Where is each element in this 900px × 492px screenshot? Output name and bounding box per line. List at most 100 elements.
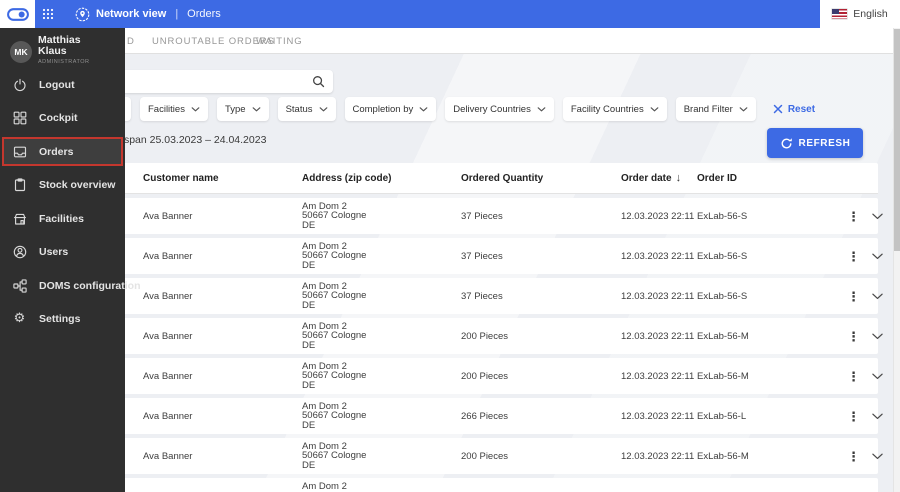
sort-desc-icon[interactable]: ↓ [676,172,682,184]
order-date-cell: 12.03.2023 22:11 [621,450,695,462]
order-date-cell: 12.03.2023 22:11 [621,370,695,382]
table-row[interactable]: Ava Banner Am Dom 2 50667 Cologne DE 37 … [15,198,883,234]
row-menu-button[interactable]: ⋮ [847,370,860,383]
filter-chip[interactable]: Delivery Countries [445,97,554,121]
tab-waiting[interactable]: WAITING [256,36,303,47]
sidebar-item-facilities[interactable]: Facilities [2,204,123,233]
row-menu-button[interactable]: ⋮ [847,250,860,263]
us-flag-icon [832,9,848,19]
orders-icon [12,145,27,159]
row-expand-button[interactable] [872,413,883,420]
sidebar-item-cockpit[interactable]: Cockpit [2,103,123,132]
row-menu-button[interactable]: ⋮ [847,210,860,223]
table-body: Ava Banner Am Dom 2 50667 Cologne DE 37 … [15,198,883,474]
avatar[interactable]: MK [10,41,32,63]
row-menu-button[interactable]: ⋮ [847,410,860,423]
table-row[interactable]: Ava Banner Am Dom 2 50667 Cologne DE 200… [15,318,883,354]
vertical-scrollbar[interactable] [893,28,900,492]
nav-network-view[interactable]: Network view [96,8,166,20]
cockpit-icon [12,111,27,125]
order-date-cell: 12.03.2023 22:11 [621,330,695,342]
row-menu-button[interactable]: ⋮ [847,450,860,463]
scrollbar-thumb[interactable] [894,29,900,251]
row-expand-button[interactable] [872,453,883,460]
filter-chip[interactable]: Facility Countries [562,97,667,121]
order-date-cell: 12.03.2023 22:11 [621,290,695,302]
filter-chip[interactable]: Status [277,97,336,121]
row-menu-button[interactable]: ⋮ [847,290,860,303]
quantity-cell: 37 Pieces [461,290,503,302]
column-order-id[interactable]: Order ID [697,173,837,184]
user-role: ADMINISTRATOR [38,59,90,65]
chevron-down-icon [319,106,327,111]
nav-current-page: Orders [187,8,221,20]
row-expand-button[interactable] [872,253,883,260]
order-id-cell: ExLab-56-L [697,410,747,422]
refresh-icon [781,137,792,148]
column-order-date[interactable]: Order date ↓ [621,172,697,184]
row-actions: ⋮ [837,250,883,263]
chevron-down-icon [872,253,883,259]
user-circle-icon [12,245,27,259]
apps-grid-button[interactable] [35,0,61,28]
table-row[interactable]: Ava Banner Am Dom 2 50667 Cologne DE 200… [15,438,883,474]
hierarchy-icon [12,278,27,293]
chevron-down-icon [419,106,428,111]
row-menu-button[interactable]: ⋮ [847,330,860,343]
address-cell: Am Dom 2 50667 Cologne DE [302,200,367,231]
row-expand-button[interactable] [872,213,883,220]
sidebar-item-orders[interactable]: Orders [2,137,123,166]
sidebar-item-users[interactable]: Users [2,237,123,266]
filter-chip[interactable]: Completion by [344,97,437,121]
address-cell: Am Dom 2 50667 Cologne DE [302,400,367,431]
filter-chip[interactable]: Brand Filter [675,97,756,121]
table-row[interactable]: Ava Banner Am Dom 2 50667 Cologne DE 266… [15,398,883,434]
filter-chip[interactable]: Type [216,97,269,121]
network-badge-icon [75,7,90,21]
customer-cell: Ava Banner [143,410,193,422]
sidebar-item-stock-overview[interactable]: Stock overview [2,170,123,199]
breadcrumb: Network view | Orders [75,7,221,22]
main-content: Facilities Type Status Completion by Del… [0,54,900,492]
sidebar-item-settings[interactable]: ⚙ Settings [2,304,123,333]
row-expand-button[interactable] [872,373,883,380]
table-row-partial[interactable]: Am Dom 2 [15,478,878,492]
sidebar-item-logout[interactable]: Logout [2,70,123,99]
filter-chip-label: Delivery Countries [453,103,531,115]
power-icon [12,78,27,92]
apps-grid-icon [42,8,54,20]
top-bar: Network view | Orders English [0,0,900,28]
row-expand-button[interactable] [872,333,883,340]
tab-partial[interactable]: D [127,36,135,47]
customer-cell: Ava Banner [143,370,193,382]
row-actions: ⋮ [837,410,883,423]
customer-cell: Ava Banner [143,210,193,222]
table-row[interactable]: Ava Banner Am Dom 2 50667 Cologne DE 37 … [15,238,883,274]
refresh-button[interactable]: REFRESH [767,128,863,158]
address-cell: Am Dom 2 50667 Cologne DE [302,280,367,311]
order-id-cell: ExLab-56-M [697,450,749,462]
storefront-icon [12,212,27,226]
customer-cell: Ava Banner [143,250,193,262]
column-ordered-quantity[interactable]: Ordered Quantity [461,173,621,184]
reset-filters-button[interactable]: Reset [773,104,815,115]
chevron-down-icon [872,333,883,339]
language-selector[interactable]: English [820,0,900,28]
filter-chip-label: Facilities [148,103,185,115]
filter-chip-label: Type [224,103,246,115]
table-header: Customer name Address (zip code) Ordered… [15,163,878,194]
brand-logo[interactable] [0,0,35,28]
sidebar-item-doms-configuration[interactable]: DOMS configuration [2,271,141,300]
row-actions: ⋮ [837,450,883,463]
quantity-cell: 37 Pieces [461,250,503,262]
timespan-label: Timespan 25.03.2023 – 24.04.2023 [101,134,267,146]
filter-chip-label: Status [285,103,313,115]
filter-chip[interactable]: Facilities [140,97,208,121]
table-row[interactable]: Ava Banner Am Dom 2 50667 Cologne DE 200… [15,358,883,394]
column-customer-name[interactable]: Customer name [143,173,302,184]
row-expand-button[interactable] [872,293,883,300]
customer-cell: Ava Banner [143,330,193,342]
search-icon[interactable] [312,75,325,88]
table-row[interactable]: Ava Banner Am Dom 2 50667 Cologne DE 37 … [15,278,883,314]
column-address[interactable]: Address (zip code) [302,173,461,184]
